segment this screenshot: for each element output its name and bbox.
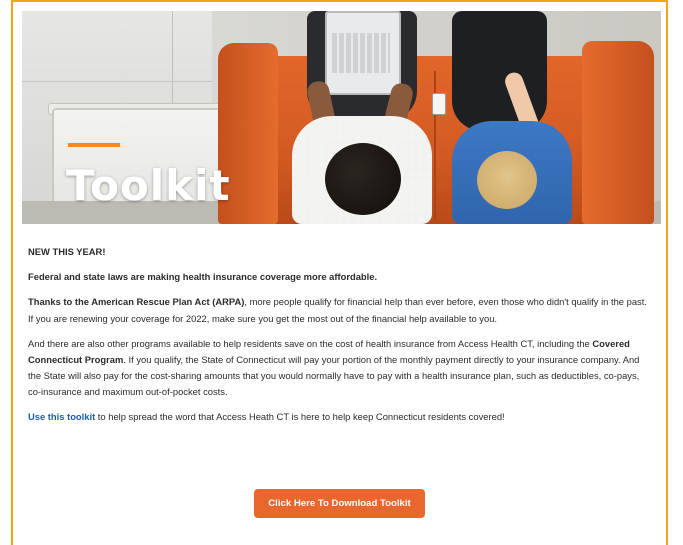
hero-banner: Toolkit [22, 11, 661, 224]
hero-title: Toolkit [66, 161, 231, 210]
laptop-keyboard [332, 33, 390, 73]
toolkit-paragraph: Use this toolkit to help spread the word… [28, 409, 648, 425]
headline: Federal and state laws are making health… [28, 271, 378, 283]
covered-ct-intro: And there are also other programs availa… [28, 337, 593, 349]
covered-ct-paragraph: And there are also other programs availa… [28, 336, 648, 401]
hero-sofa-arm-right [582, 41, 654, 224]
hero-accent-bar [68, 143, 120, 147]
new-this-year-label: NEW THIS YEAR! [28, 246, 106, 257]
hero-person2-head [477, 151, 537, 209]
hero-person-head [325, 143, 401, 215]
toolkit-content: NEW THIS YEAR! Federal and state laws ar… [28, 244, 648, 435]
toolkit-text: to help spread the word that Access Heat… [95, 411, 505, 423]
cta-container: Click Here To Download Toolkit [0, 489, 683, 518]
phone-icon [432, 93, 446, 115]
use-toolkit-link[interactable]: Use this toolkit [28, 411, 95, 422]
hero-wall-seam-horizontal [22, 81, 212, 82]
download-toolkit-button[interactable]: Click Here To Download Toolkit [254, 489, 425, 518]
arpa-paragraph: Thanks to the American Rescue Plan Act (… [28, 294, 648, 326]
arpa-strong: Thanks to the American Rescue Plan Act (… [28, 296, 245, 308]
